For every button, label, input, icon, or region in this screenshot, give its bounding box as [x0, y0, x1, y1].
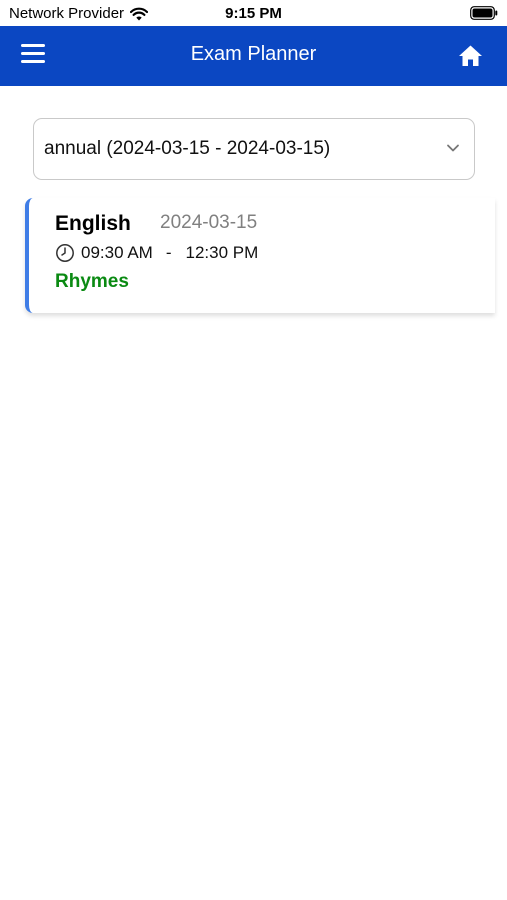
exam-card[interactable]: English 2024-03-15 09:30 AM - 12:30 PM R… [25, 198, 495, 313]
home-icon[interactable] [458, 44, 483, 68]
page-title: Exam Planner [190, 43, 317, 65]
exam-end-time: 12:30 PM [185, 243, 259, 262]
exam-topic: Rhymes [55, 271, 129, 292]
exam-type-select[interactable]: annual (2024-03-15 - 2024-03-15) [33, 118, 475, 180]
status-bar: Network Provider 9:15 PM [0, 0, 507, 26]
app-bar: Exam Planner [0, 26, 507, 86]
clock-icon [56, 244, 74, 262]
battery-icon [470, 6, 498, 20]
exam-date: 2024-03-15 [160, 212, 258, 233]
exam-type-selected-value: annual (2024-03-15 - 2024-03-15) [44, 138, 331, 159]
time-separator: - [165, 243, 172, 262]
exam-subject: English [55, 212, 131, 235]
chevron-down-icon [447, 144, 459, 152]
exam-start-time: 09:30 AM [81, 243, 153, 262]
status-time: 9:15 PM [225, 5, 282, 22]
exam-time-row: 09:30 AM - 12:30 PM [55, 243, 258, 263]
